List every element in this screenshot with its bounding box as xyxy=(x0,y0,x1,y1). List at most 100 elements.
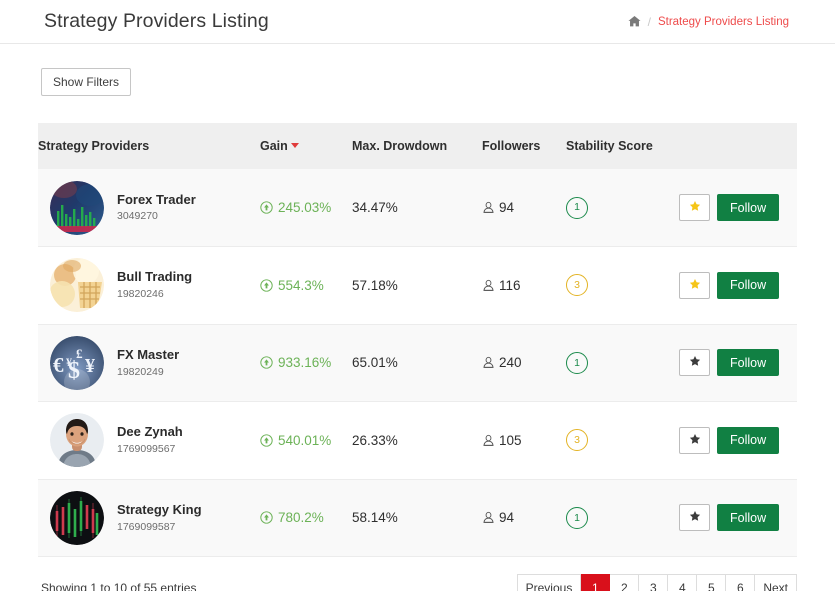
cell-stability: 1 xyxy=(566,324,679,402)
cell-followers: 240 xyxy=(482,324,566,402)
pagination-previous[interactable]: Previous xyxy=(516,574,582,591)
follow-button[interactable]: Follow xyxy=(717,349,780,377)
providers-table: Strategy Providers Gain Max. Drowdown Fo… xyxy=(38,123,797,557)
follow-button[interactable]: Follow xyxy=(717,271,780,299)
drawdown-value: 26.33% xyxy=(352,432,398,448)
cell-drawdown: 58.14% xyxy=(352,479,482,557)
followers-value: 105 xyxy=(499,432,522,448)
provider-id: 19820246 xyxy=(117,288,164,301)
star-icon xyxy=(689,200,701,215)
arrow-circle-up-icon xyxy=(260,434,273,447)
provider-id: 1769099587 xyxy=(117,520,176,533)
status-badge: 1 xyxy=(566,506,588,529)
cell-actions: Follow xyxy=(679,479,797,557)
pagination-page[interactable]: 5 xyxy=(697,574,727,591)
cell-drawdown: 57.18% xyxy=(352,247,482,325)
status-badge: 3 xyxy=(566,429,588,452)
favorite-button[interactable] xyxy=(679,194,710,221)
gain-value: 540.01% xyxy=(278,432,332,448)
star-icon xyxy=(689,355,701,370)
provider-name[interactable]: Strategy King xyxy=(117,502,202,518)
pagination-page[interactable]: 6 xyxy=(726,574,756,591)
toolbar: Show Filters xyxy=(0,44,835,96)
user-icon xyxy=(482,201,495,214)
cell-drawdown: 34.47% xyxy=(352,169,482,247)
followers-value: 240 xyxy=(499,355,522,371)
star-icon xyxy=(689,510,701,525)
home-icon[interactable] xyxy=(628,15,641,28)
pagination-page[interactable]: 1 xyxy=(581,574,611,591)
followers-value: 94 xyxy=(499,200,515,215)
table-row[interactable]: Bull Trading 19820246 554.3% 57.18% 116 … xyxy=(38,246,797,325)
column-header-actions xyxy=(679,123,797,169)
provider-name[interactable]: FX Master xyxy=(117,347,179,363)
table-row[interactable]: Forex Trader 3049270 245.03% 34.47% 94 1 xyxy=(38,169,797,247)
pagination-page[interactable]: 4 xyxy=(668,574,698,591)
cell-gain: 245.03% xyxy=(260,169,352,247)
provider-name[interactable]: Forex Trader xyxy=(117,192,196,208)
table-footer: Showing 1 to 10 of 55 entries Previous 1 2… xyxy=(38,557,797,591)
cell-followers: 116 xyxy=(482,247,566,325)
follow-button[interactable]: Follow xyxy=(717,194,780,221)
caret-down-icon xyxy=(290,143,299,148)
favorite-button[interactable] xyxy=(679,271,710,299)
status-badge: 3 xyxy=(566,274,588,297)
cell-actions: Follow xyxy=(679,169,797,247)
cell-provider: Strategy King 1769099587 xyxy=(38,479,260,557)
cell-provider: Forex Trader 3049270 xyxy=(38,169,260,247)
cell-actions: Follow xyxy=(679,324,797,402)
provider-name[interactable]: Dee Zynah xyxy=(117,424,183,440)
cell-followers: 105 xyxy=(482,402,566,480)
drawdown-value: 57.18% xyxy=(352,277,398,293)
favorite-button[interactable] xyxy=(679,504,710,532)
column-header-stability[interactable]: Stability Score xyxy=(566,123,679,169)
cell-stability: 3 xyxy=(566,247,679,325)
star-icon xyxy=(689,433,701,448)
follow-button[interactable]: Follow xyxy=(717,504,780,532)
pagination-page[interactable]: 2 xyxy=(610,574,640,591)
cell-gain: 780.2% xyxy=(260,479,352,557)
pagination-page[interactable]: 3 xyxy=(639,574,669,591)
avatar xyxy=(50,258,104,313)
page-header: Strategy Providers Listing / Strategy Pr… xyxy=(0,0,835,44)
column-header-followers[interactable]: Followers xyxy=(482,123,566,169)
provider-name[interactable]: Bull Trading xyxy=(117,269,192,285)
gain-value: 933.16% xyxy=(278,355,332,371)
show-filters-button[interactable]: Show Filters xyxy=(41,68,132,96)
favorite-button[interactable] xyxy=(679,426,710,454)
cell-provider: Bull Trading 19820246 xyxy=(38,247,260,325)
gain-value: 554.3% xyxy=(278,277,324,293)
followers-value: 94 xyxy=(499,510,515,526)
cell-gain: 540.01% xyxy=(260,402,352,480)
avatar xyxy=(50,180,104,235)
svg-text:€: € xyxy=(53,353,64,377)
table-header-row: Strategy Providers Gain Max. Drowdown Fo… xyxy=(38,123,797,169)
table-row[interactable]: Dee Zynah 1769099567 540.01% 26.33% 105 … xyxy=(38,401,797,480)
avatar xyxy=(50,490,104,545)
column-header-gain[interactable]: Gain xyxy=(260,123,352,169)
arrow-circle-up-icon xyxy=(260,201,273,214)
column-header-provider[interactable]: Strategy Providers xyxy=(38,123,260,169)
provider-id: 1769099567 xyxy=(117,443,176,456)
cell-followers: 94 xyxy=(482,479,566,557)
pagination: Previous 1 2 3 4 5 6 Next xyxy=(516,574,797,591)
breadcrumb-current[interactable]: Strategy Providers Listing xyxy=(658,16,789,28)
pagination-next[interactable]: Next xyxy=(755,574,797,591)
table-body: Forex Trader 3049270 245.03% 34.47% 94 1 xyxy=(38,169,797,557)
column-header-gain-label: Gain xyxy=(260,139,288,153)
avatar: € ¥ £ $ ¥ xyxy=(50,335,104,390)
gain-value: 245.03% xyxy=(278,200,332,215)
table-row[interactable]: Strategy King 1769099587 780.2% 58.14% 9… xyxy=(38,479,797,557)
cell-provider: Dee Zynah 1769099567 xyxy=(38,402,260,480)
favorite-button[interactable] xyxy=(679,349,710,377)
status-badge: 1 xyxy=(566,196,588,219)
cell-actions: Follow xyxy=(679,247,797,325)
table-row[interactable]: € ¥ £ $ ¥ FX Master 19820249 933.16% 65.… xyxy=(38,324,797,402)
cell-stability: 1 xyxy=(566,479,679,557)
cell-followers: 94 xyxy=(482,169,566,247)
column-header-drawdown[interactable]: Max. Drowdown xyxy=(352,123,482,169)
cell-stability: 1 xyxy=(566,169,679,247)
user-icon xyxy=(482,356,495,369)
entries-info: Showing 1 to 10 of 55 entries xyxy=(41,581,197,591)
follow-button[interactable]: Follow xyxy=(717,426,780,454)
